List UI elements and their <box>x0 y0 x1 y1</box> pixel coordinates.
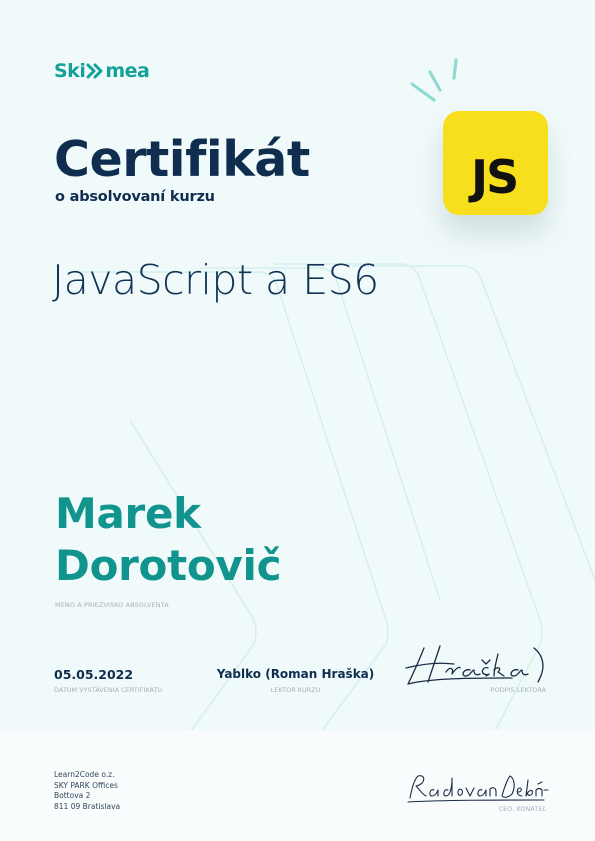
course-name: JavaScript a ES6 <box>52 256 379 304</box>
address-line: Bottova 2 <box>54 791 91 800</box>
ceo-signature <box>407 775 549 803</box>
issue-date-caption: DÁTUM VYSTÁVENIA CERTIFIKÁTU <box>54 686 163 694</box>
logo-text-start: Ski <box>54 60 86 82</box>
ceo-caption: CEO, KONATEĽ <box>498 805 546 813</box>
address-line: SKY PARK Offices <box>54 780 118 790</box>
lecturer-signature <box>405 645 544 685</box>
skillmea-logo: Ski mea <box>54 58 150 84</box>
double-chevron-icon <box>86 63 103 79</box>
sparkle-lines-icon <box>410 58 458 102</box>
certificate-title: Certifikát <box>54 131 310 188</box>
lecturer-signature-caption: PODPIS LEKTORA <box>490 686 546 694</box>
address-line: 811 09 Bratislava <box>54 801 121 811</box>
lecturer-caption: LEKTOR KURZU <box>270 686 321 694</box>
certificate-subtitle: o absolvovaní kurzu <box>55 189 215 205</box>
issuer-address: Learn2Code o.z. SKY PARK Offices Bottova… <box>54 770 120 812</box>
address-line: Learn2Code o.z. <box>54 770 115 779</box>
lecturer-name: Yablko (Roman Hraška) <box>216 667 375 681</box>
graduate-name: Marek Dorotovič <box>55 489 282 590</box>
logo-text-end: mea <box>105 60 150 82</box>
javascript-badge-text: JS <box>471 150 519 204</box>
graduate-name-caption: MENO A PRIEZVISKO ABSOLVENTA <box>55 601 169 609</box>
certificate-page: Ski mea JS Certifikát o absolvovaní kurz… <box>0 0 595 841</box>
javascript-badge: JS <box>443 111 548 215</box>
issue-date: 05.05.2022 <box>54 667 134 682</box>
